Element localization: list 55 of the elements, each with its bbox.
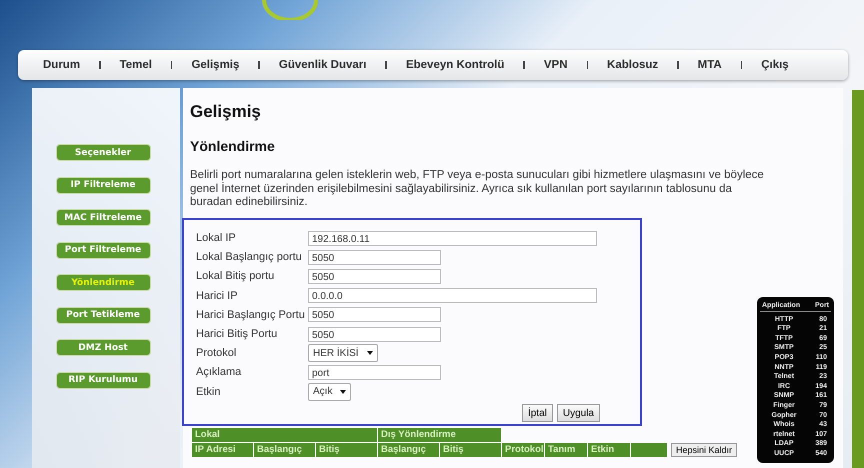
dropdown[interactable]: Açık	[308, 382, 352, 401]
field-label: Harici Bitiş Portu	[196, 328, 278, 340]
input-field[interactable]: 5050	[308, 326, 441, 342]
nav-separator	[586, 61, 588, 69]
table-column-header	[631, 443, 667, 458]
nav-link[interactable]: Kablosuz	[607, 59, 658, 71]
form-button[interactable]: İptal	[522, 404, 553, 422]
field-label: Lokal Başlangıç portu	[196, 251, 303, 264]
nav-link[interactable]: MTA	[698, 59, 722, 71]
input-field[interactable]: 5050	[308, 250, 441, 265]
dropdown-arrow-icon	[340, 390, 346, 394]
input-field[interactable]: 192.168.0.11	[308, 230, 597, 246]
nav-link[interactable]: Gelişmiş	[191, 59, 240, 71]
table-column-header: Bitiş	[316, 443, 377, 458]
nav-separator	[677, 61, 679, 69]
nav-separator	[170, 61, 172, 69]
nav-link[interactable]: Temel	[120, 59, 152, 71]
input-field[interactable]: 5050	[308, 307, 441, 322]
table-column-header: Başlangıç	[254, 443, 315, 458]
nav-separator	[740, 61, 742, 69]
dropdown[interactable]: HER İKİSİ	[308, 344, 378, 362]
section-title: Yönlendirme	[190, 137, 276, 156]
nav-separator	[385, 61, 387, 69]
nav-link[interactable]: Çıkış	[761, 59, 789, 71]
remove-all-button[interactable]: Hepsini Kaldır	[671, 443, 738, 458]
form-button[interactable]: Uygula	[556, 404, 600, 422]
nav-separator	[99, 61, 101, 69]
table-group-header: Dış Yönlendirme	[378, 428, 501, 442]
nav-link[interactable]: Ebeveyn Kontrolü	[406, 59, 504, 71]
field-label: Protokol	[196, 347, 238, 360]
table-column-header: Tanım	[545, 443, 587, 458]
description-text: Belirli port numaralarına gelen isteklerin web, FTP veya e-posta sunucuları gibi hizmetlere ulaşmasını ve böylece genel İnternet üzerinden erişilebilmesini sağlayabilirsiniz. Ayrıca sık kullanılan port sayılarının tablosunu da buradan edinebilirsiniz.	[190, 169, 765, 210]
field-label: Harici IP	[196, 290, 239, 302]
field-label: Etkin	[196, 386, 222, 398]
nav-separator	[523, 61, 525, 69]
field-label: Lokal Bitiş portu	[196, 270, 276, 282]
nav-link[interactable]: Durum	[43, 59, 80, 71]
table-column-header: IP Adresi	[192, 443, 253, 458]
nav-separator	[258, 61, 260, 69]
field-label: Harici Başlangıç Portu	[196, 308, 306, 321]
dropdown-arrow-icon	[366, 351, 373, 356]
input-field[interactable]: 5050	[308, 268, 441, 284]
nav-link[interactable]: VPN	[544, 59, 568, 71]
table-column-header: Bitiş	[440, 443, 501, 458]
field-label: Açıklama	[196, 366, 242, 378]
table-column-header: Protokol	[502, 443, 544, 458]
field-label: Lokal IP	[196, 232, 237, 244]
input-field[interactable]: port	[308, 364, 441, 380]
table-group-header: Lokal	[192, 428, 377, 442]
page-title: Gelişmiş	[190, 101, 262, 123]
table-column-header: Başlangıç	[378, 443, 439, 458]
nav-link[interactable]: Güvenlik Duvarı	[278, 59, 366, 71]
input-field[interactable]: 0.0.0.0	[308, 288, 597, 304]
logo-ring-icon	[260, 0, 320, 20]
table-column-header: Etkin	[588, 443, 630, 458]
